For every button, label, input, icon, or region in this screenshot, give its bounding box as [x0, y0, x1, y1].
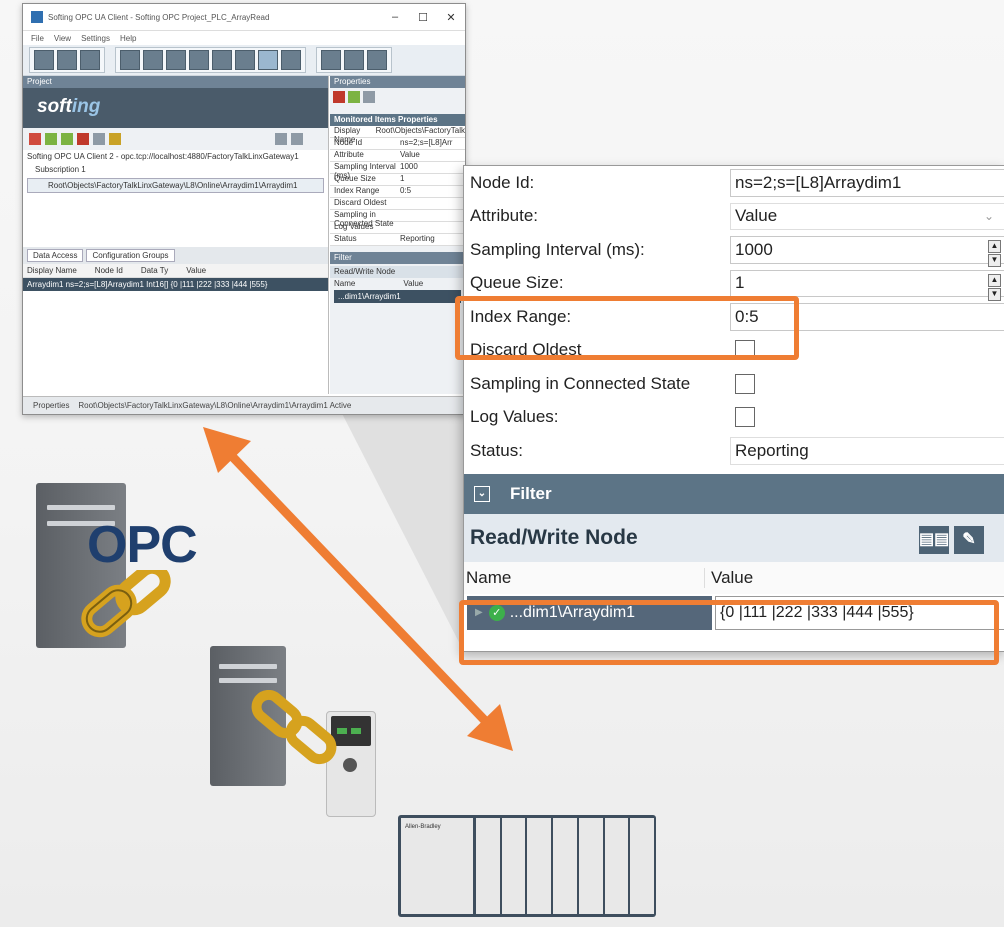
plc-rack-icon: Allen-Bradley	[398, 815, 656, 917]
plc-brand-label: Allen-Bradley	[405, 824, 441, 830]
plc-slot	[604, 818, 629, 914]
plc-slot	[476, 818, 500, 914]
opc-logo-text: OPC	[87, 516, 198, 574]
chain-link-icon-2	[251, 690, 337, 765]
plc-slot	[553, 818, 577, 914]
chain-link-icon	[81, 570, 171, 638]
connection-arrow	[203, 427, 513, 751]
plc-slot	[578, 818, 603, 914]
plc-slot	[527, 818, 552, 914]
plc-power-module: Allen-Bradley	[401, 818, 473, 914]
plc-slot	[501, 818, 526, 914]
plc-slot	[630, 818, 655, 914]
plc-io-modules	[476, 818, 655, 914]
